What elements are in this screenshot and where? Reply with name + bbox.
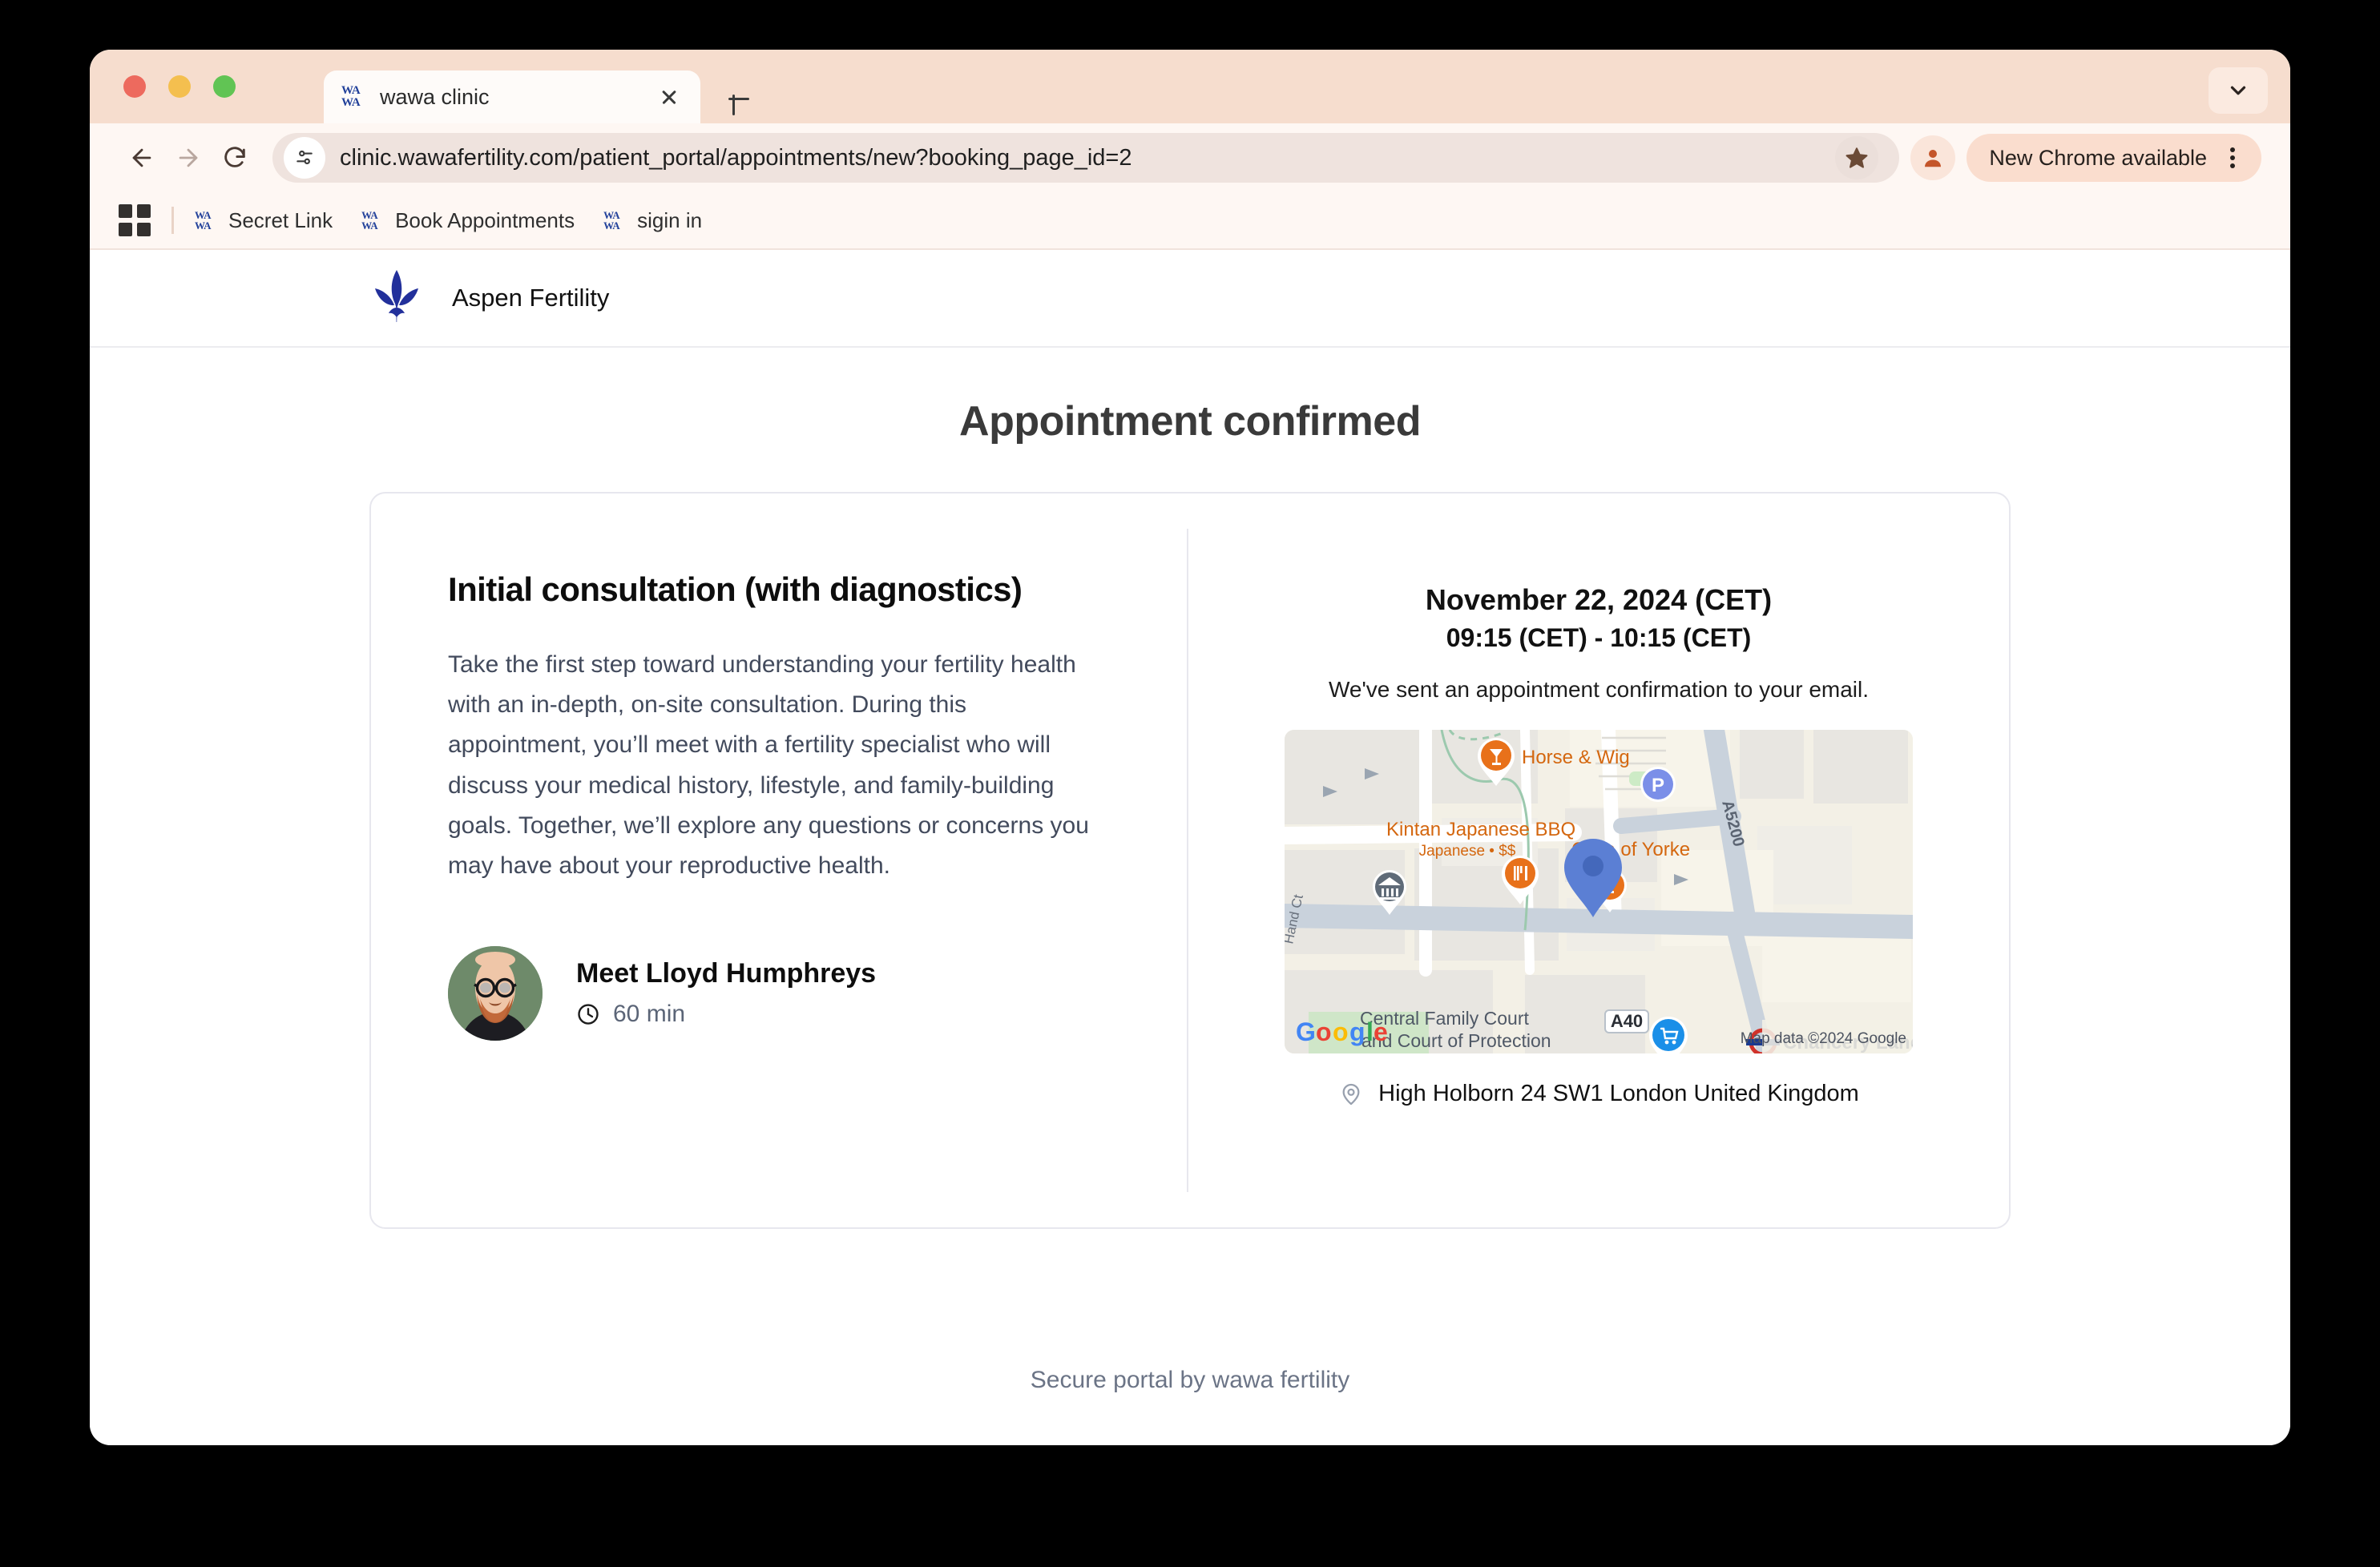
svg-text:G: G <box>1296 1017 1316 1046</box>
map-poi-label: Kintan Japanese BBQ <box>1386 819 1575 840</box>
service-description: Take the first step toward understanding… <box>448 651 1089 880</box>
map-attribution: Map data ©2024 Google <box>1741 1030 1906 1047</box>
duration-row: 60 min <box>576 1001 876 1028</box>
bookmark-book-appointments[interactable]: WA WA Book Appointments <box>361 208 575 233</box>
provider-info: Meet Lloyd Humphreys 60 min <box>576 958 876 1028</box>
browser-window: WA WA wawa clinic clinic.wawafertility.co… <box>90 50 2290 1445</box>
provider-name: Meet Lloyd Humphreys <box>576 958 877 989</box>
google-watermark: G o o g l e <box>1296 1017 1388 1046</box>
duration-label: 60 min <box>613 1001 686 1028</box>
close-window-button[interactable] <box>123 75 146 98</box>
bookmark-star-icon[interactable] <box>1835 136 1879 179</box>
map-poi-sublabel: Japanese • $$ <box>1419 843 1516 860</box>
back-button[interactable] <box>119 135 165 181</box>
page-viewport: Aspen Fertility Appointment confirmed In… <box>90 250 2290 1445</box>
svg-text:e: e <box>1374 1017 1388 1046</box>
chrome-update-label: New Chrome available <box>1989 145 2207 170</box>
bookmarks-bar: WA WA Secret Link WA WA Book Appointments … <box>90 192 2290 250</box>
browser-toolbar: clinic.wawafertility.com/patient_portal/… <box>90 123 2290 192</box>
new-tab-button[interactable] <box>723 83 755 115</box>
appointment-time-range: 09:15 (CET) - 10:15 (CET) <box>1446 623 1752 652</box>
bookmarks-divider <box>171 207 174 234</box>
forward-button[interactable] <box>165 135 212 181</box>
confirmation-card: Initial consultation (with diagnostics) … <box>369 492 2011 1229</box>
site-settings-icon[interactable] <box>284 137 325 179</box>
svg-text:o: o <box>1316 1017 1332 1046</box>
wawa-logo-icon: WA WA <box>195 209 212 232</box>
site-header: Aspen Fertility <box>90 250 2290 348</box>
minimize-window-button[interactable] <box>168 75 191 98</box>
browser-tab[interactable]: WA WA wawa clinic <box>324 70 700 123</box>
appointment-details-panel: November 22, 2024 (CET) 09:15 (CET) - 10… <box>1188 493 2009 1227</box>
map-road-shield-label: A40 <box>1611 1011 1643 1031</box>
main-content: Appointment confirmed Initial consultati… <box>90 348 2290 1229</box>
svg-text:l: l <box>1366 1017 1374 1046</box>
location-pin-icon <box>1342 1083 1360 1105</box>
chrome-menu-icon[interactable] <box>2217 142 2249 174</box>
address-bar[interactable]: clinic.wawafertility.com/patient_portal/… <box>272 133 1900 183</box>
location-map[interactable]: A5200 Hand Ct A40 Horse & Wig P Kintan J… <box>1285 730 1913 1053</box>
clock-icon <box>578 1004 599 1025</box>
window-controls <box>123 75 236 98</box>
map-poi-label: Horse & Wig <box>1522 747 1630 768</box>
map-store-marker <box>1649 1017 1688 1053</box>
page-title: Appointment confirmed <box>959 398 1421 445</box>
svg-text:o: o <box>1333 1017 1349 1046</box>
tab-title: wawa clinic <box>380 84 490 109</box>
service-title: Initial consultation (with diagnostics) <box>448 570 1023 608</box>
reload-button[interactable] <box>212 135 258 181</box>
tab-list-chevron-down-icon[interactable] <box>2209 67 2268 114</box>
provider-block: Meet Lloyd Humphreys 60 min <box>448 945 1110 1041</box>
confirmation-note: We've sent an appointment confirmation t… <box>1328 677 1870 702</box>
svg-text:g: g <box>1349 1017 1365 1046</box>
provider-avatar <box>448 945 543 1041</box>
bookmark-secret-link[interactable]: WA WA Secret Link <box>195 208 333 233</box>
aspen-leaf-logo-icon <box>372 268 422 329</box>
wawa-logo-icon: WA WA <box>361 209 378 232</box>
svg-text:P: P <box>1652 775 1664 796</box>
page-footer: Secure portal by wawa fertility <box>1030 1367 1350 1393</box>
address-text: High Holborn 24 SW1 London United Kingdo… <box>1378 1081 1859 1106</box>
appointment-date: November 22, 2024 (CET) <box>1425 583 1773 616</box>
map-parking-marker: P <box>1640 767 1676 802</box>
wawa-logo-icon: WA WA <box>341 84 361 109</box>
bookmark-label: Book Appointments <box>395 207 575 232</box>
map-place-label: and Court of Protection <box>1361 1030 1551 1051</box>
close-tab-icon[interactable] <box>656 83 683 111</box>
bookmark-sign-in[interactable]: WA WA sigin in <box>603 208 702 233</box>
profile-avatar[interactable] <box>1910 135 1956 180</box>
url-text: clinic.wawafertility.com/patient_portal/… <box>340 144 1132 171</box>
apps-grid-icon[interactable] <box>119 204 151 236</box>
maximize-window-button[interactable] <box>213 75 236 98</box>
bookmark-label: Secret Link <box>228 207 333 232</box>
service-details-panel: Initial consultation (with diagnostics) … <box>371 493 1187 1227</box>
address-row: High Holborn 24 SW1 London United Kingdo… <box>1338 1081 1859 1107</box>
wawa-logo-icon: WA WA <box>603 209 620 232</box>
chrome-update-button[interactable]: New Chrome available <box>1967 134 2261 182</box>
bookmark-label: sigin in <box>637 207 703 232</box>
brand-name: Aspen Fertility <box>452 284 610 312</box>
tab-strip: WA WA wawa clinic <box>90 50 2290 123</box>
